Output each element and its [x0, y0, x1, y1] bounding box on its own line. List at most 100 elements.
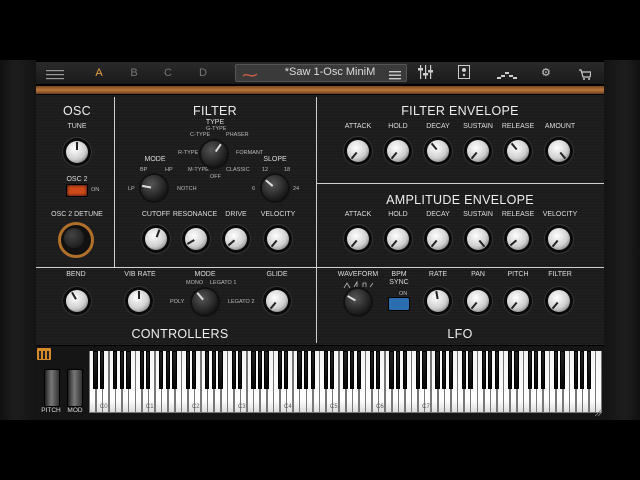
hamburger-icon[interactable]: [46, 67, 64, 80]
black-key[interactable]: [369, 351, 374, 389]
black-key[interactable]: [553, 351, 559, 389]
aenv-attack-knob[interactable]: [347, 228, 369, 250]
fenv-hold-knob[interactable]: [387, 140, 409, 162]
filter-type-selector[interactable]: [201, 141, 227, 167]
aenv-velocity-knob[interactable]: [548, 228, 570, 250]
lfo-pan-knob[interactable]: [467, 290, 489, 312]
glide-knob[interactable]: [266, 290, 288, 312]
lfo-waveform-selector[interactable]: [345, 289, 371, 315]
fenv-sustain-knob[interactable]: [467, 140, 489, 162]
slot-c-button[interactable]: C: [161, 67, 175, 79]
aenv-sustain-knob[interactable]: [467, 228, 489, 250]
black-key[interactable]: [264, 351, 269, 389]
black-key[interactable]: [310, 351, 315, 389]
black-key[interactable]: [540, 351, 545, 389]
black-key[interactable]: [323, 351, 328, 389]
black-key[interactable]: [165, 351, 170, 389]
slot-d-button[interactable]: D: [196, 67, 210, 79]
piano-keyboard[interactable]: C0 C1 C2 C3 C4 C5 C6 C7: [89, 351, 603, 414]
black-key[interactable]: [507, 351, 512, 389]
black-key[interactable]: [586, 351, 591, 389]
black-key[interactable]: [238, 351, 243, 389]
resize-grip-icon[interactable]: [594, 404, 602, 417]
bend-knob[interactable]: [66, 290, 88, 312]
black-key[interactable]: [231, 351, 236, 389]
shuffle-icon[interactable]: [241, 67, 259, 77]
drive-knob[interactable]: [225, 228, 247, 250]
effects-icon[interactable]: [458, 65, 470, 79]
lfo-filter-knob[interactable]: [548, 290, 570, 312]
black-key[interactable]: [389, 351, 394, 389]
black-key[interactable]: [185, 351, 190, 389]
black-key[interactable]: [402, 351, 407, 389]
aenv-release-knob[interactable]: [507, 228, 529, 250]
bpm-sync-toggle[interactable]: [388, 297, 410, 311]
osc2-detune-knob[interactable]: [64, 228, 84, 248]
black-key[interactable]: [284, 351, 289, 389]
black-key[interactable]: [113, 351, 118, 389]
black-key[interactable]: [172, 351, 177, 389]
fenv-amount-knob[interactable]: [548, 140, 570, 162]
black-key[interactable]: [422, 351, 427, 389]
slot-b-button[interactable]: B: [127, 67, 141, 79]
black-key[interactable]: [251, 351, 256, 389]
black-key[interactable]: [396, 351, 401, 389]
black-key[interactable]: [303, 351, 309, 389]
tune-knob[interactable]: [66, 141, 88, 163]
fenv-attack-knob[interactable]: [347, 140, 369, 162]
resonance-knob[interactable]: [185, 228, 207, 250]
black-key[interactable]: [100, 351, 105, 389]
black-key[interactable]: [211, 351, 217, 389]
black-key[interactable]: [527, 351, 532, 389]
gear-icon[interactable]: ⚙: [541, 66, 551, 79]
mod-wheel[interactable]: [67, 369, 83, 407]
filter-velocity-knob[interactable]: [267, 228, 289, 250]
black-key[interactable]: [461, 351, 466, 389]
lfo-pitch-knob[interactable]: [507, 290, 529, 312]
black-key[interactable]: [192, 351, 197, 389]
black-key[interactable]: [159, 351, 164, 389]
black-key[interactable]: [376, 351, 381, 389]
black-key[interactable]: [93, 351, 98, 389]
list-icon[interactable]: [389, 67, 401, 80]
black-key[interactable]: [580, 351, 585, 389]
black-key[interactable]: [435, 351, 440, 389]
black-key[interactable]: [349, 351, 355, 389]
black-key[interactable]: [218, 351, 223, 389]
slot-a-button[interactable]: A: [92, 67, 106, 79]
black-key[interactable]: [146, 351, 151, 389]
black-key[interactable]: [277, 351, 282, 389]
aenv-decay-knob[interactable]: [427, 228, 449, 250]
cart-icon[interactable]: [579, 67, 592, 80]
black-key[interactable]: [534, 351, 539, 389]
keyboard-icon[interactable]: [37, 348, 51, 360]
controllers-mode-selector[interactable]: [192, 289, 218, 315]
fenv-decay-knob[interactable]: [427, 140, 449, 162]
sequence-icon[interactable]: [497, 67, 517, 79]
black-key[interactable]: [481, 351, 486, 389]
black-key[interactable]: [297, 351, 302, 389]
black-key[interactable]: [257, 351, 263, 389]
black-key[interactable]: [126, 351, 131, 389]
osc2-toggle[interactable]: [66, 184, 88, 197]
black-key[interactable]: [119, 351, 124, 389]
black-key[interactable]: [468, 351, 473, 389]
lfo-rate-knob[interactable]: [427, 290, 449, 312]
fenv-release-knob[interactable]: [507, 140, 529, 162]
black-key[interactable]: [415, 351, 420, 389]
black-key[interactable]: [343, 351, 348, 389]
filter-slope-selector[interactable]: [262, 175, 288, 201]
black-key[interactable]: [205, 351, 210, 389]
aenv-hold-knob[interactable]: [387, 228, 409, 250]
vib-rate-knob[interactable]: [128, 290, 150, 312]
black-key[interactable]: [494, 351, 499, 389]
black-key[interactable]: [330, 351, 335, 389]
black-key[interactable]: [488, 351, 493, 389]
black-key[interactable]: [448, 351, 453, 389]
black-key[interactable]: [573, 351, 578, 389]
cutoff-knob[interactable]: [145, 228, 167, 250]
black-key[interactable]: [139, 351, 144, 389]
black-key[interactable]: [442, 351, 447, 389]
black-key[interactable]: [560, 351, 565, 389]
pitch-wheel[interactable]: [44, 369, 60, 407]
